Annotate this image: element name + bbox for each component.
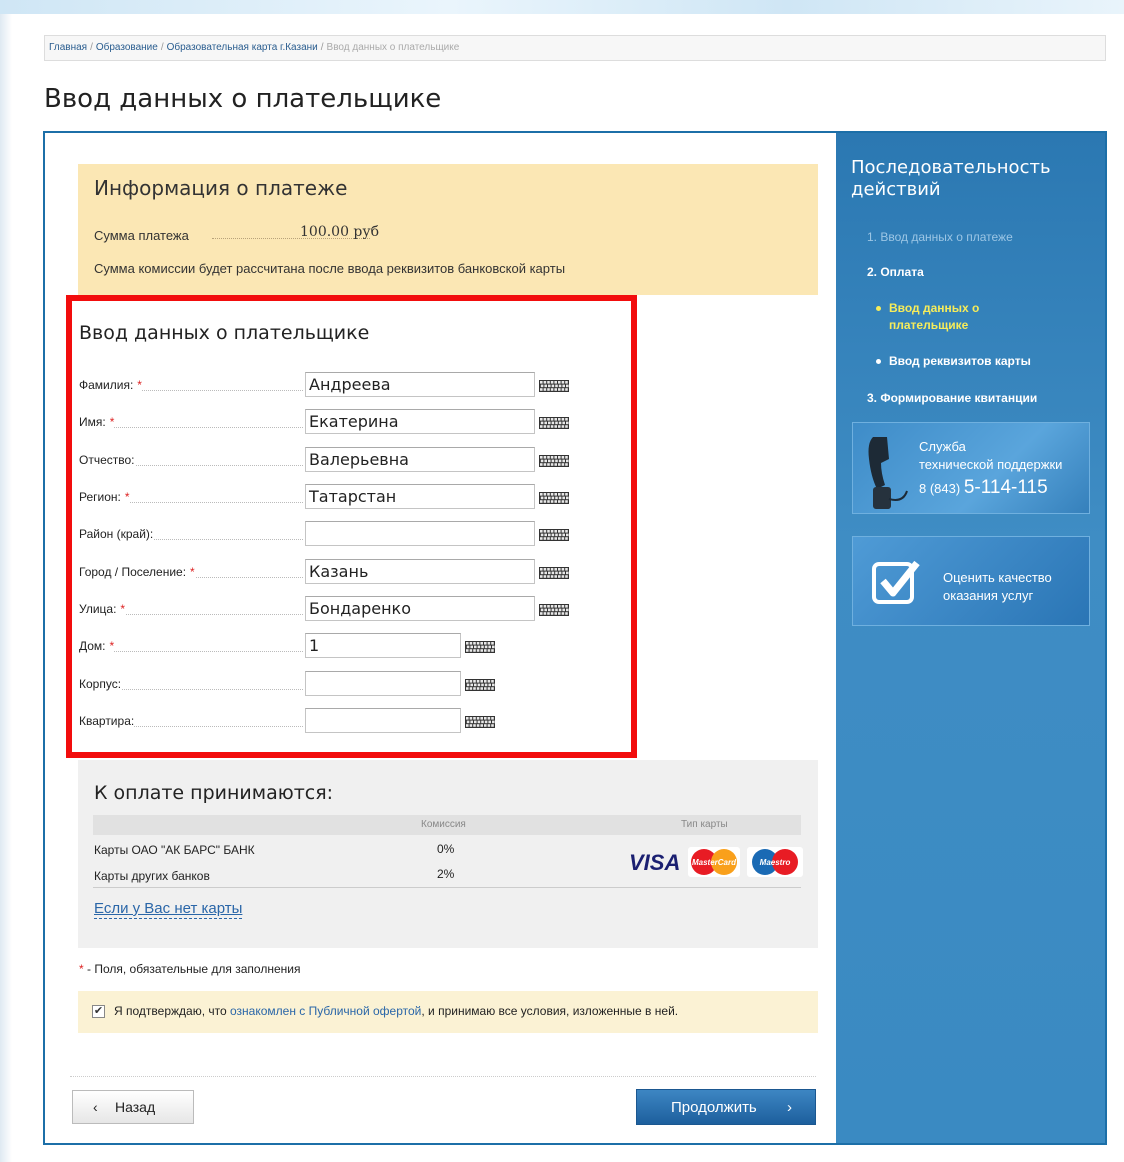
field-input[interactable]: 1	[305, 633, 461, 658]
offer-checkbox[interactable]: ✔	[92, 1005, 105, 1018]
continue-button[interactable]: Продолжить ›	[636, 1089, 816, 1125]
quality-banner[interactable]: Оценить качество оказания услуг	[852, 536, 1090, 626]
field-input[interactable]	[305, 521, 535, 546]
virtual-keyboard-icon[interactable]	[465, 679, 495, 691]
sum-label: Сумма платежа	[94, 228, 189, 243]
required-mark: *	[186, 565, 195, 579]
required-note: * - Поля, обязательные для заполнения	[79, 962, 301, 976]
field-label: Отчество:	[79, 453, 135, 467]
support-phone: 8 (843) 5-114-115	[919, 477, 1048, 498]
table-divider	[93, 887, 801, 888]
field-label: Улица: *	[79, 602, 126, 616]
required-mark: *	[133, 378, 142, 392]
virtual-keyboard-icon[interactable]	[539, 529, 569, 541]
no-card-link[interactable]: Если у Вас нет карты	[94, 900, 243, 919]
commission-note: Сумма комиссии будет рассчитана после вв…	[94, 261, 566, 276]
col-card-type: Тип карты	[681, 819, 728, 830]
field-input[interactable]	[305, 708, 461, 733]
support-banner[interactable]: Служба технической поддержки 8 (843) 5-1…	[852, 422, 1090, 514]
visa-logo: VISA	[629, 850, 680, 875]
back-arrow-icon: ‹	[93, 1099, 98, 1115]
breadcrumb-current: Ввод данных о плательщике	[326, 42, 460, 53]
required-mark: *	[120, 490, 130, 504]
top-decor-bar	[0, 0, 1124, 14]
accepted-title: К оплате принимаются:	[94, 782, 334, 804]
field-input[interactable]: Казань	[305, 559, 535, 584]
steps-sidebar: Последовательность действий 1. Ввод данн…	[836, 133, 1105, 1143]
breadcrumb-education[interactable]: Образование	[96, 42, 158, 53]
field-label: Квартира:	[79, 714, 135, 728]
quality-line1: Оценить качество	[943, 570, 1052, 585]
field-label: Фамилия: *	[79, 378, 142, 392]
field-input[interactable]: Татарстан	[305, 484, 535, 509]
field-input[interactable]: Бондаренко	[305, 596, 535, 621]
field-input[interactable]: Андреева	[305, 372, 535, 397]
virtual-keyboard-icon[interactable]	[539, 492, 569, 504]
accepted-cards-panel: К оплате принимаются: Комиссия Тип карты…	[78, 760, 818, 948]
row-akbars-name: Карты ОАО "АК БАРС" БАНК	[94, 843, 255, 857]
payment-info-title: Информация о платеже	[94, 176, 348, 200]
payment-info-panel: Информация о платеже Сумма платежа 100.0…	[78, 164, 818, 295]
breadcrumb-home[interactable]: Главная	[49, 42, 87, 53]
virtual-keyboard-icon[interactable]	[465, 716, 495, 728]
card-logos: VISA MasterCard Maestro	[629, 847, 803, 877]
field-input[interactable]	[305, 671, 461, 696]
step-2b: Ввод реквизитов карты	[876, 354, 1031, 368]
field-input[interactable]: Екатерина	[305, 409, 535, 434]
virtual-keyboard-icon[interactable]	[539, 380, 569, 392]
back-label: Назад	[115, 1099, 156, 1115]
field-label: Дом: *	[79, 639, 115, 653]
virtual-keyboard-icon[interactable]	[539, 417, 569, 429]
support-line1: Служба	[919, 439, 966, 454]
step-2a: Ввод данных о	[876, 301, 979, 315]
required-mark: *	[105, 415, 115, 429]
field-label: Корпус:	[79, 677, 122, 691]
offer-text: Я подтверждаю, что ознакомлен с Публично…	[114, 1004, 679, 1018]
field-label: Регион: *	[79, 490, 130, 504]
required-mark: *	[116, 602, 126, 616]
phone-handset-icon	[868, 437, 908, 509]
field-label: Имя: *	[79, 415, 115, 429]
step-3: 3. Формирование квитанции	[867, 391, 1038, 405]
offer-confirm-panel: ✔ Я подтверждаю, что ознакомлен с Публич…	[78, 991, 818, 1033]
row-akbars-commission: 0%	[437, 842, 455, 856]
maestro-logo: Maestro	[747, 847, 803, 877]
footer-divider	[70, 1076, 816, 1077]
support-line2: технической поддержки	[919, 457, 1063, 472]
svg-text:Maestro: Maestro	[760, 858, 791, 867]
sum-value: 100.00 руб	[300, 224, 380, 240]
accepted-table-header: Комиссия Тип карты	[93, 815, 801, 835]
step-1: 1. Ввод данных о платеже	[867, 230, 1013, 244]
breadcrumb-kazan-map[interactable]: Образовательная карта г.Казани	[167, 42, 318, 53]
field-input[interactable]: Валерьевна	[305, 447, 535, 472]
virtual-keyboard-icon[interactable]	[539, 604, 569, 616]
continue-arrow-icon: ›	[787, 1099, 792, 1116]
step-2a-cont: плательщике	[889, 318, 969, 332]
mastercard-logo: MasterCard	[688, 847, 740, 877]
continue-label: Продолжить	[671, 1099, 757, 1116]
breadcrumb: Главная / Образование / Образовательная карт…	[44, 35, 1106, 61]
field-label: Город / Поселение: *	[79, 565, 195, 579]
left-shade	[0, 14, 12, 1162]
field-label: Район (край):	[79, 527, 154, 541]
svg-text:MasterCard: MasterCard	[692, 858, 737, 867]
row-other-name: Карты других банков	[94, 869, 210, 883]
col-commission: Комиссия	[421, 819, 466, 830]
virtual-keyboard-icon[interactable]	[539, 455, 569, 467]
step-2: 2. Оплата	[867, 265, 924, 279]
back-button[interactable]: ‹ Назад	[72, 1090, 194, 1124]
sidebar-title: Последовательность действий	[851, 157, 1051, 200]
required-mark: *	[105, 639, 115, 653]
bullet-icon	[876, 359, 881, 365]
bullet-icon	[876, 306, 881, 312]
form-title: Ввод данных о плательщике	[79, 322, 370, 344]
virtual-keyboard-icon[interactable]	[539, 567, 569, 579]
virtual-keyboard-icon[interactable]	[465, 641, 495, 653]
quality-line2: оказания услуг	[943, 588, 1034, 603]
row-other-commission: 2%	[437, 867, 455, 881]
public-offer-link[interactable]: ознакомлен с Публичной офертой	[230, 1004, 421, 1018]
page-title: Ввод данных о плательщике	[44, 84, 442, 114]
checkbox-check-icon	[872, 560, 920, 604]
